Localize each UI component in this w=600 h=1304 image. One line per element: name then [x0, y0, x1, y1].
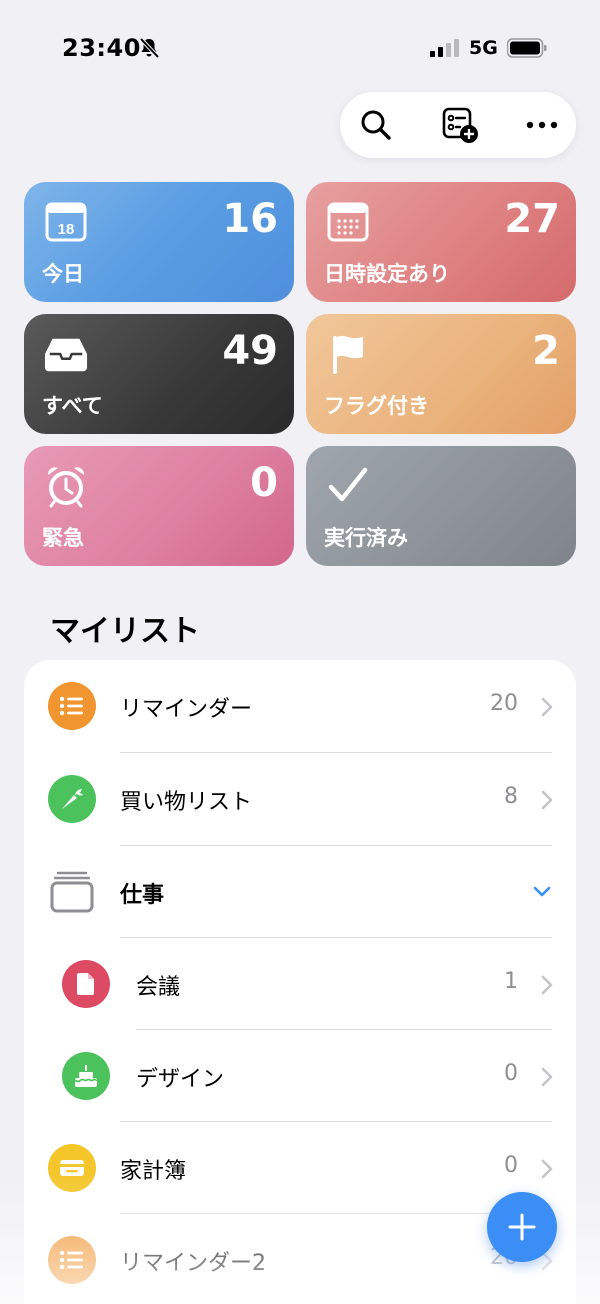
list-item-count: 1: [504, 969, 518, 994]
all-label: すべて: [42, 394, 103, 418]
list-item-count: 8: [504, 784, 518, 809]
list-item-label: 家計簿: [120, 1159, 187, 1184]
list-item-count: 0: [504, 1061, 518, 1086]
group-label: 仕事: [120, 883, 165, 908]
card-completed[interactable]: 実行済み: [306, 446, 576, 566]
bell-slash-icon: [138, 37, 160, 59]
add-reminder-button[interactable]: [487, 1192, 557, 1262]
folder-stack-icon: [48, 868, 96, 916]
today-count: 16: [222, 196, 278, 242]
card-urgent[interactable]: 0 緊急: [24, 446, 294, 566]
document-icon: [62, 960, 110, 1008]
calendar-grid-icon: [326, 200, 370, 244]
list-item-count: 0: [504, 1153, 518, 1178]
card-today[interactable]: 18 16 今日: [24, 182, 294, 302]
all-count: 49: [222, 328, 278, 374]
status-bar: 23:40 5G: [0, 0, 600, 96]
battery-icon: [506, 38, 547, 58]
urgent-count: 0: [250, 460, 278, 506]
chevron-right-icon: [540, 1066, 554, 1088]
chevron-down-icon[interactable]: [532, 884, 552, 898]
chevron-right-icon: [540, 696, 554, 718]
card-all[interactable]: 49 すべて: [24, 314, 294, 434]
scheduled-count: 27: [504, 196, 560, 242]
list-icon: [48, 1236, 96, 1284]
scheduled-label: 日時設定あり: [324, 262, 450, 286]
add-list-icon[interactable]: [440, 105, 480, 145]
list-item-design[interactable]: デザイン 0: [24, 1030, 576, 1122]
list-item-meeting[interactable]: 会議 1: [24, 938, 576, 1030]
wallet-icon: [48, 1144, 96, 1192]
alarm-clock-icon: [44, 464, 88, 508]
list-item-label: 買い物リスト: [120, 790, 253, 815]
list-item-label: リマインダー: [120, 697, 253, 722]
flagged-label: フラグ付き: [324, 394, 429, 418]
list-item-reminders[interactable]: リマインダー 20: [24, 660, 576, 752]
top-toolbar: [340, 92, 576, 158]
list-item-count: 20: [490, 691, 518, 716]
chevron-right-icon: [540, 1158, 554, 1180]
list-icon: [48, 682, 96, 730]
search-icon[interactable]: [356, 105, 396, 145]
signal-icon: [430, 38, 460, 58]
my-lists-title: マイリスト: [50, 614, 200, 649]
status-time: 23:40: [62, 34, 141, 62]
plus-icon: [508, 1213, 536, 1241]
completed-label: 実行済み: [324, 526, 408, 550]
cake-icon: [62, 1052, 110, 1100]
calendar-date: 18: [58, 221, 75, 238]
flag-icon: [326, 332, 370, 376]
checkmark-icon: [326, 464, 370, 508]
urgent-label: 緊急: [42, 526, 84, 550]
calendar-icon: 18: [44, 200, 88, 244]
list-item-label: リマインダー2: [120, 1251, 266, 1276]
more-icon[interactable]: [522, 105, 562, 145]
today-label: 今日: [42, 262, 84, 286]
network-label: 5G: [469, 37, 498, 59]
chevron-right-icon: [540, 789, 554, 811]
list-group-work[interactable]: 仕事: [24, 846, 576, 938]
tray-icon: [44, 332, 88, 376]
carrot-icon: [48, 775, 96, 823]
list-item-label: 会議: [136, 975, 181, 1000]
list-item-shopping[interactable]: 買い物リスト 8: [24, 753, 576, 845]
card-flagged[interactable]: 2 フラグ付き: [306, 314, 576, 434]
list-item-budget[interactable]: 家計簿 0: [24, 1122, 576, 1214]
card-scheduled[interactable]: 27 日時設定あり: [306, 182, 576, 302]
flagged-count: 2: [532, 328, 560, 374]
list-item-label: デザイン: [136, 1067, 225, 1092]
chevron-right-icon: [540, 974, 554, 996]
